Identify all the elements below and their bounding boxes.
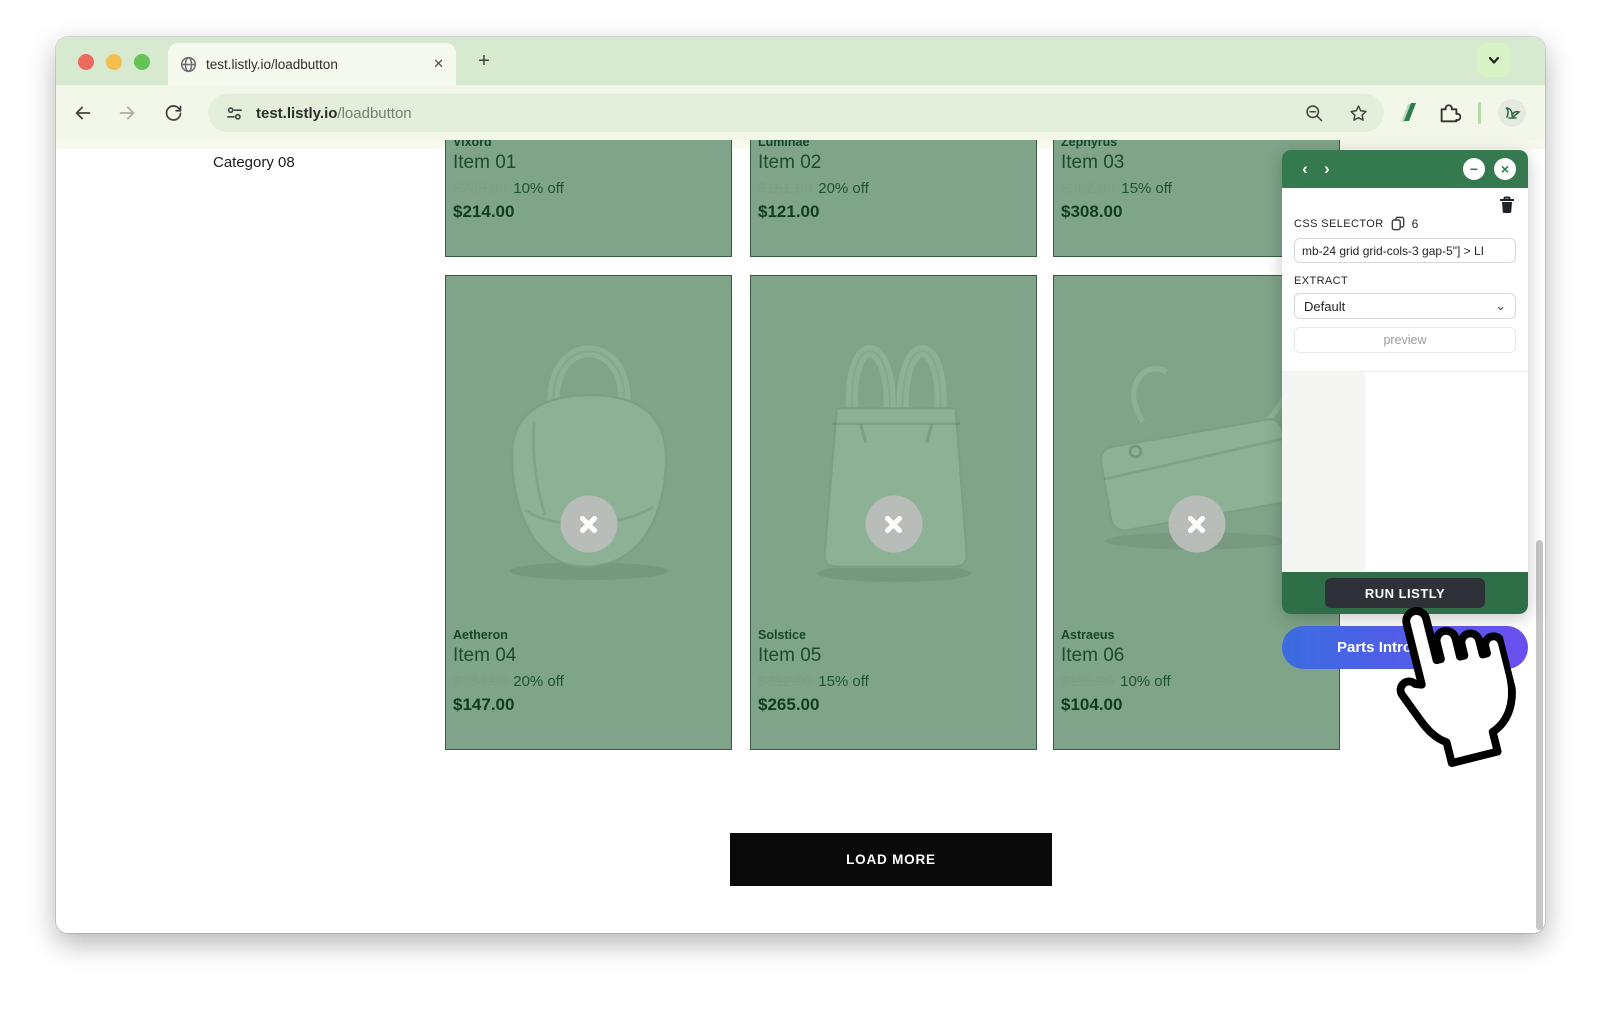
product-price: $214.00 [453,202,721,222]
listly-panel-header: ‹ › − × [1282,150,1528,188]
product-brand: Vixord [453,140,721,149]
product-card[interactable]: Aetheron Item 04 $184.00 20% off $147.00 [445,275,732,750]
panel-prev-button[interactable]: ‹ [1294,159,1316,179]
panel-next-button[interactable]: › [1316,159,1338,179]
extract-label: EXTRACT [1294,275,1516,287]
listly-panel-body: CSS SELECTOR 6 mb-24 grid grid-cols-3 ga… [1282,188,1528,572]
product-price: $147.00 [453,695,721,715]
product-price: $104.00 [1061,695,1329,715]
product-name: Item 02 [758,152,1026,174]
product-brand: Solstice [758,628,1026,642]
product-card[interactable]: Luminae Item 02 $151.00 20% off $121.00 [750,140,1037,257]
site-settings-icon[interactable] [222,101,246,125]
original-price: $151.00 [758,180,812,197]
discount-label: 20% off [818,180,869,197]
discount-label: 15% off [818,673,869,690]
chevron-down-icon [1487,53,1501,67]
product-name: Item 01 [453,152,721,174]
bookmark-star-button[interactable] [1346,101,1370,125]
puzzle-piece-icon [1437,101,1461,125]
deselect-item-button[interactable] [865,496,922,553]
listly-slash-icon [1396,100,1420,126]
product-brand: Zephyrus [1061,140,1329,149]
browser-toolbar: test.listly.io/loadbutton ⋮ [56,85,1545,140]
preview-button[interactable]: preview [1294,327,1516,353]
tab-title: test.listly.io/loadbutton [206,57,424,72]
x-mark-icon [881,511,907,537]
fullscreen-window-button[interactable] [134,54,150,70]
copy-selector-button[interactable] [1391,216,1405,231]
product-name: Item 04 [453,645,721,667]
forward-arrow-icon [116,102,138,124]
selector-match-count: 6 [1412,217,1419,231]
browser-tab[interactable]: test.listly.io/loadbutton ✕ [168,43,456,85]
product-brand: Luminae [758,140,1026,149]
css-selector-label: CSS SELECTOR [1294,218,1384,230]
product-name: Item 05 [758,645,1026,667]
product-image-hobo-bag [446,276,731,626]
listly-panel: ‹ › − × CSS SELECTOR 6 [1282,150,1528,614]
original-price: $115.00 [1061,673,1114,690]
extensions-button[interactable] [1437,101,1461,125]
panel-close-button[interactable]: × [1494,158,1516,180]
original-price: $312.00 [758,673,812,690]
url-text[interactable]: test.listly.io/loadbutton [256,105,412,122]
url-domain: test.listly.io [256,105,337,122]
panel-minimize-button[interactable]: − [1463,158,1485,180]
browser-menu-button[interactable]: ⋮ [1543,111,1545,116]
extract-selected-value: Default [1304,299,1345,314]
avatar-plant-icon [1502,103,1522,123]
deselect-item-button[interactable] [560,496,617,553]
new-tab-button[interactable]: + [470,47,498,75]
product-card[interactable]: Vixord Item 01 $238.00 10% off $214.00 [445,140,732,257]
reload-button[interactable] [156,96,190,130]
panel-results-gutter [1282,372,1365,572]
minimize-window-button[interactable] [106,54,122,70]
listly-extension-button[interactable] [1396,101,1420,125]
profile-avatar[interactable] [1498,99,1526,127]
close-window-button[interactable] [78,54,94,70]
original-price: $184.00 [453,673,507,690]
discount-label: 10% off [1120,673,1171,690]
product-price: $121.00 [758,202,1026,222]
product-price: $265.00 [758,695,1026,715]
x-mark-icon [576,511,602,537]
product-brand: Aetheron [453,628,721,642]
copy-icon [1391,216,1405,231]
product-image-tote-bag [751,276,1036,626]
toolbar-divider [1478,102,1481,124]
url-bar[interactable]: test.listly.io/loadbutton [208,94,1384,132]
globe-favicon-icon [180,56,197,73]
forward-button[interactable] [110,96,144,130]
tab-strip: test.listly.io/loadbutton ✕ + [56,37,1545,85]
page-scrollbar[interactable] [1536,540,1543,930]
original-price: $362.00 [1061,180,1115,197]
panel-results-zone [1282,371,1528,572]
product-card[interactable]: Solstice Item 05 $312.00 15% off $265.00 [750,275,1037,750]
discount-label: 10% off [513,180,564,197]
deselect-item-button[interactable] [1168,496,1225,553]
chevron-down-icon: ⌄ [1495,298,1506,314]
original-price: $238.00 [453,180,507,197]
tab-search-button[interactable] [1477,43,1511,77]
trash-icon [1499,196,1515,214]
sidebar-category-label: Category 08 [213,154,295,171]
zoom-out-icon [1304,103,1325,124]
bookmark-star-icon [1348,103,1369,124]
back-arrow-icon [72,102,94,124]
discount-label: 20% off [513,673,564,690]
x-mark-icon [1184,511,1210,537]
delete-selector-button[interactable] [1499,196,1515,214]
tab-close-icon[interactable]: ✕ [433,56,444,72]
reload-icon [163,102,184,123]
discount-label: 15% off [1121,180,1172,197]
load-more-button[interactable]: LOAD MORE [730,833,1052,886]
back-button[interactable] [66,96,100,130]
css-selector-input[interactable]: mb-24 grid grid-cols-3 gap-5"] > LI [1294,238,1516,263]
page-viewport: Category 08 Vixord Item 01 $238.00 10% of… [56,140,1545,933]
browser-window: test.listly.io/loadbutton ✕ + test.listl… [56,37,1545,933]
extract-select[interactable]: Default ⌄ [1294,293,1516,319]
url-path: /loadbutton [337,105,411,122]
zoom-out-button[interactable] [1302,101,1326,125]
